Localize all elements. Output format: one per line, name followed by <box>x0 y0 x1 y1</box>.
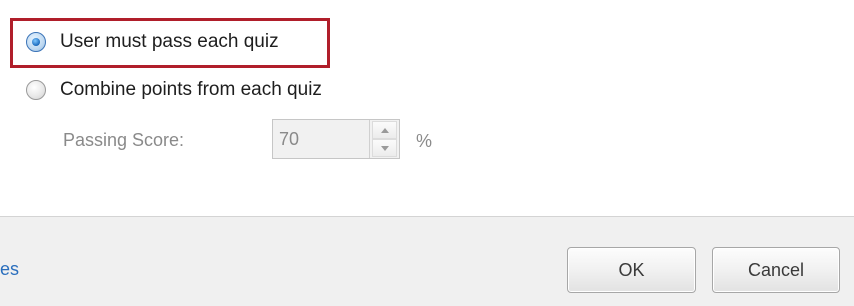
cancel-button[interactable]: Cancel <box>712 247 840 293</box>
option-combine-points[interactable]: Combine points from each quiz <box>26 79 322 101</box>
passing-score-stepper[interactable] <box>272 119 400 159</box>
percent-unit-label: % <box>416 131 433 151</box>
spin-down-button[interactable] <box>372 139 397 157</box>
radio-checked-icon[interactable] <box>26 32 46 52</box>
radio-unchecked-icon[interactable] <box>26 80 46 100</box>
ok-button[interactable]: OK <box>567 247 696 293</box>
spin-buttons <box>369 120 399 158</box>
spin-down-arrow-icon <box>380 145 389 151</box>
option-pass-each-quiz-label: User must pass each quiz <box>60 31 279 52</box>
option-pass-each-quiz[interactable]: User must pass each quiz <box>26 31 279 53</box>
option-combine-points-label: Combine points from each quiz <box>60 79 322 100</box>
dialog-footer: es OK Cancel <box>0 216 854 306</box>
spin-up-arrow-icon <box>380 127 389 133</box>
spin-up-button[interactable] <box>372 121 397 139</box>
footer-link[interactable]: es <box>0 259 19 280</box>
passing-score-label: Passing Score: <box>63 130 185 150</box>
passing-score-input[interactable] <box>273 120 369 158</box>
quiz-scoring-panel: User must pass each quiz Combine points … <box>0 0 854 216</box>
